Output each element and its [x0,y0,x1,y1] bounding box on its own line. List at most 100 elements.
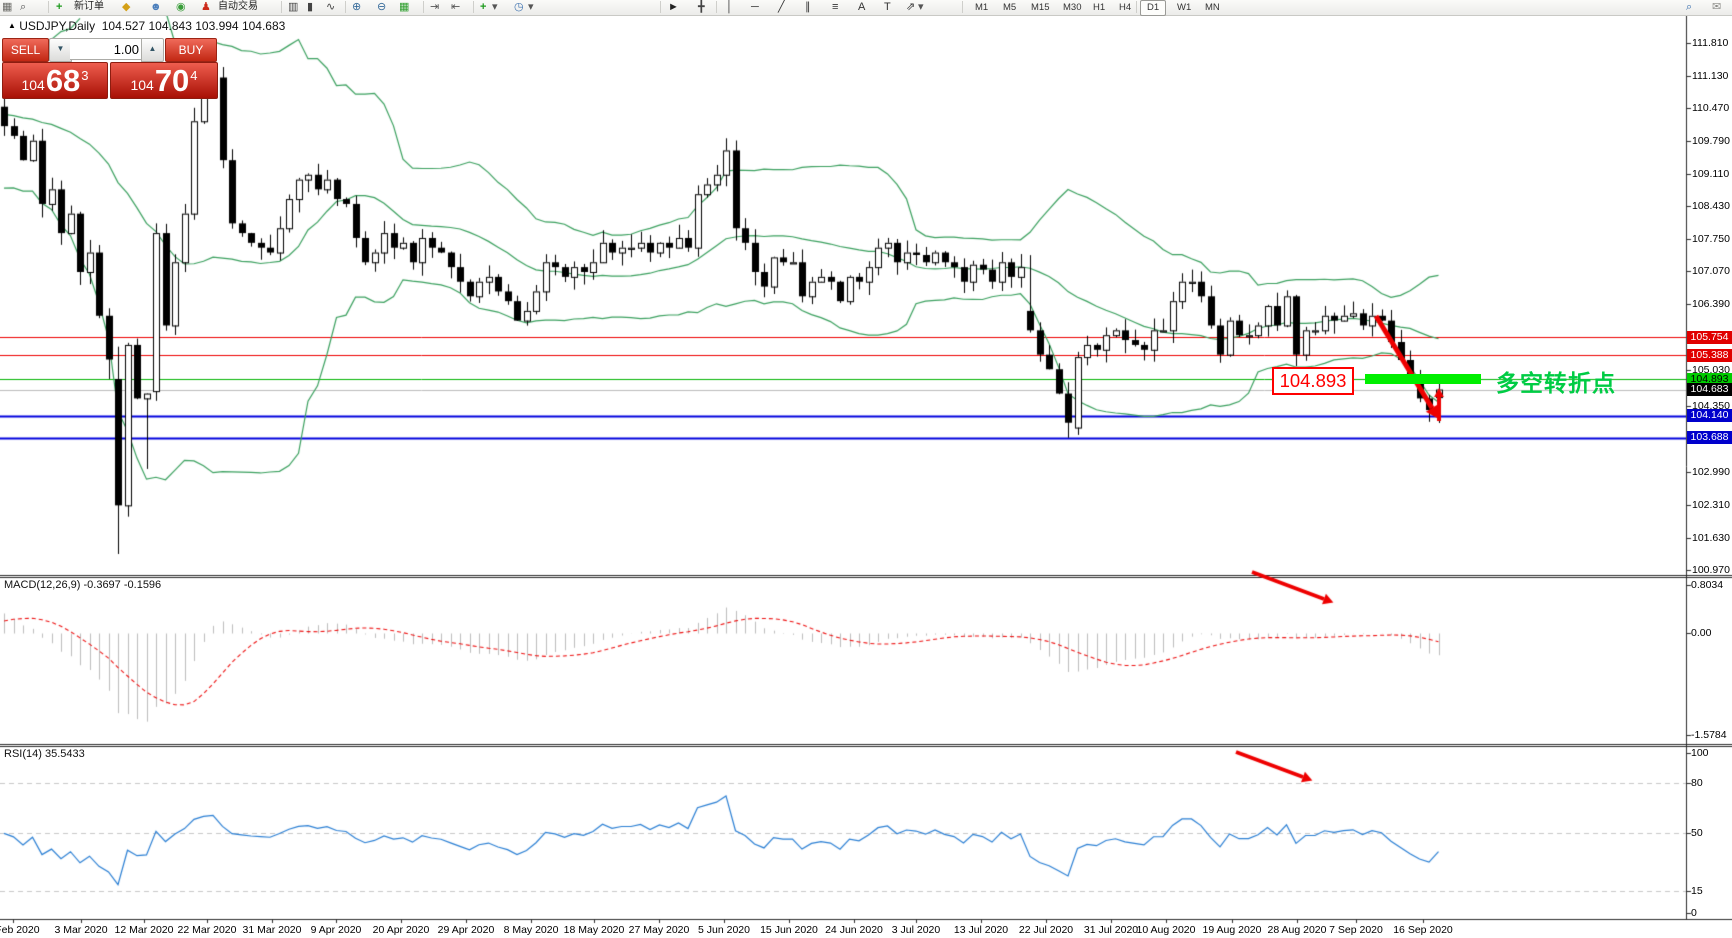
bar-chart-icon[interactable]: ▥ [288,0,298,14]
timeframe-button-m30[interactable]: M30 [1056,0,1088,16]
add-chart-icon[interactable]: + [480,0,486,14]
chart-low-value: 103.994 [195,19,238,33]
shapes-icon[interactable]: ⇗ [906,0,915,14]
signals-icon[interactable]: ◉ [176,0,186,14]
time-axis-label: 15 Jun 2020 [760,924,818,936]
auto-trading-icon[interactable]: ♟ [201,0,211,14]
profile-icon[interactable]: ☻ [150,0,162,14]
toolbar-separator [660,1,662,13]
time-axis-label: 3 Feb 2020 [0,924,40,936]
time-axis-label: 22 Jul 2020 [1019,924,1073,936]
price-axis-tick: 109.790 [1692,135,1730,147]
candle-chart-icon[interactable]: ▮ [307,0,313,14]
rsi-scale-label: 50 [1691,827,1703,839]
turning-point-bar[interactable] [1365,374,1481,384]
chart-dropdown-icon[interactable]: ▾ [492,0,498,14]
price-axis-tick: 107.750 [1692,233,1730,245]
time-axis-label: 3 Jul 2020 [892,924,940,936]
price-axis-tick: 101.630 [1692,532,1730,544]
chart-symbol-period: USDJPY,Daily [19,19,95,33]
chart-title: ▲ USDJPY,Daily 104.527 104.843 103.994 1… [8,19,285,33]
new-order-icon[interactable]: + [56,0,62,14]
rsi-scale-label: 0 [1691,907,1697,919]
price-axis-tick: 111.810 [1692,37,1728,49]
one-click-trading-panel: SELL ▼ ▲ BUY 104 68 3 104 70 4 [2,38,218,61]
zoom-preview-icon[interactable]: ⌕ [20,0,26,14]
shift-end-icon[interactable]: ⇥ [430,0,439,14]
time-axis-label: 27 May 2020 [629,924,690,936]
timeframe-button-h1[interactable]: H1 [1086,0,1112,16]
crosshair-icon[interactable]: ╋ [698,0,705,14]
price-level-badge: 104.140 [1687,409,1732,422]
price-level-badge: 105.388 [1687,349,1732,362]
price-axis-tick: 107.070 [1692,265,1730,277]
buy-price-main: 70 [155,67,189,95]
time-axis-label: 8 May 2020 [504,924,559,936]
chart-canvas[interactable] [0,0,1732,938]
auto-scroll-icon[interactable]: ⇤ [451,0,460,14]
buy-price-pip: 4 [190,68,197,83]
zoom-in-icon[interactable]: ⊕ [352,0,361,14]
sell-price-button[interactable]: 104 68 3 [2,62,108,99]
timeframe-button-m5[interactable]: M5 [996,0,1023,16]
new-order-button-label[interactable]: 新订单 [74,0,104,14]
price-axis-tick: 110.470 [1692,102,1729,114]
timeframe-button-d1[interactable]: D1 [1140,0,1166,16]
cursor-icon[interactable]: ► [668,0,679,14]
trading-app-window: { "toolbar": { "new_order_label": "新订单",… [0,0,1732,938]
time-axis-label: 5 Jun 2020 [698,924,750,936]
macd-scale-label: -1.5784 [1691,729,1727,741]
auto-trading-button-label[interactable]: 自动交易 [218,0,258,14]
time-axis-label: 31 Mar 2020 [243,924,302,936]
macd-scale-label: 0.00 [1691,627,1711,639]
vertical-line-icon[interactable]: │ [726,0,733,14]
time-axis-label: 3 Mar 2020 [54,924,107,936]
toolbar-separator [281,1,283,13]
time-axis-label: 10 Aug 2020 [1137,924,1196,936]
buy-price-button[interactable]: 104 70 4 [110,62,218,99]
horizontal-line-icon[interactable]: ─ [751,0,759,14]
label-icon[interactable]: T [884,0,891,14]
price-level-badge: 103.688 [1687,431,1732,444]
buy-price-handle: 104 [130,77,153,93]
time-axis-label: 7 Sep 2020 [1329,924,1383,936]
macd-scale-label: 0.8034 [1691,579,1723,591]
text-icon[interactable]: A [858,0,865,14]
timeframe-button-m1[interactable]: M1 [968,0,995,16]
turning-point-annotation[interactable]: 多空转折点 [1496,364,1616,398]
macd-label: MACD(12,26,9) -0.3697 -0.1596 [4,579,161,591]
timeframe-button-m15[interactable]: M15 [1024,0,1056,16]
timeframe-button-w1[interactable]: W1 [1170,0,1198,16]
search-icon[interactable]: ⌕ [1686,0,1692,14]
time-axis-label: 22 Mar 2020 [178,924,237,936]
sell-button[interactable]: SELL [2,38,49,62]
buy-button[interactable]: BUY [165,38,217,62]
volume-decrease-button[interactable]: ▼ [49,38,72,62]
shapes-dropdown-icon[interactable]: ▾ [918,0,924,14]
trendline-icon[interactable]: ╱ [778,0,785,14]
time-axis-label: 18 May 2020 [564,924,625,936]
chart-close-value: 104.683 [242,19,285,33]
sell-price-handle: 104 [21,77,44,93]
timeframe-button-h4[interactable]: H4 [1112,0,1138,16]
price-level-callout[interactable]: 104.893 [1272,367,1354,395]
period-dropdown-icon[interactable]: ▾ [528,0,534,14]
rsi-scale-label: 80 [1691,777,1703,789]
price-axis-tick: 109.110 [1692,168,1729,180]
tile-windows-icon[interactable]: ▦ [399,0,409,14]
fibonacci-icon[interactable]: ≡ [832,0,838,14]
volume-input[interactable] [70,38,143,60]
toolbar-separator [423,1,425,13]
volume-increase-button[interactable]: ▲ [141,38,164,62]
time-axis-label: 9 Apr 2020 [311,924,362,936]
zoom-out-icon[interactable]: ⊖ [377,0,386,14]
channel-icon[interactable]: ∥ [805,0,811,14]
chat-icon[interactable]: ✉ [1712,0,1721,14]
indicators-icon[interactable]: ◆ [122,0,130,14]
time-axis-label: 12 Mar 2020 [115,924,174,936]
window-icon[interactable]: ▦ [2,0,12,14]
rsi-label: RSI(14) 35.5433 [4,748,85,760]
timeframe-button-mn[interactable]: MN [1198,0,1227,16]
period-clock-icon[interactable]: ◷ [514,0,524,14]
line-chart-icon[interactable]: ∿ [326,0,335,14]
